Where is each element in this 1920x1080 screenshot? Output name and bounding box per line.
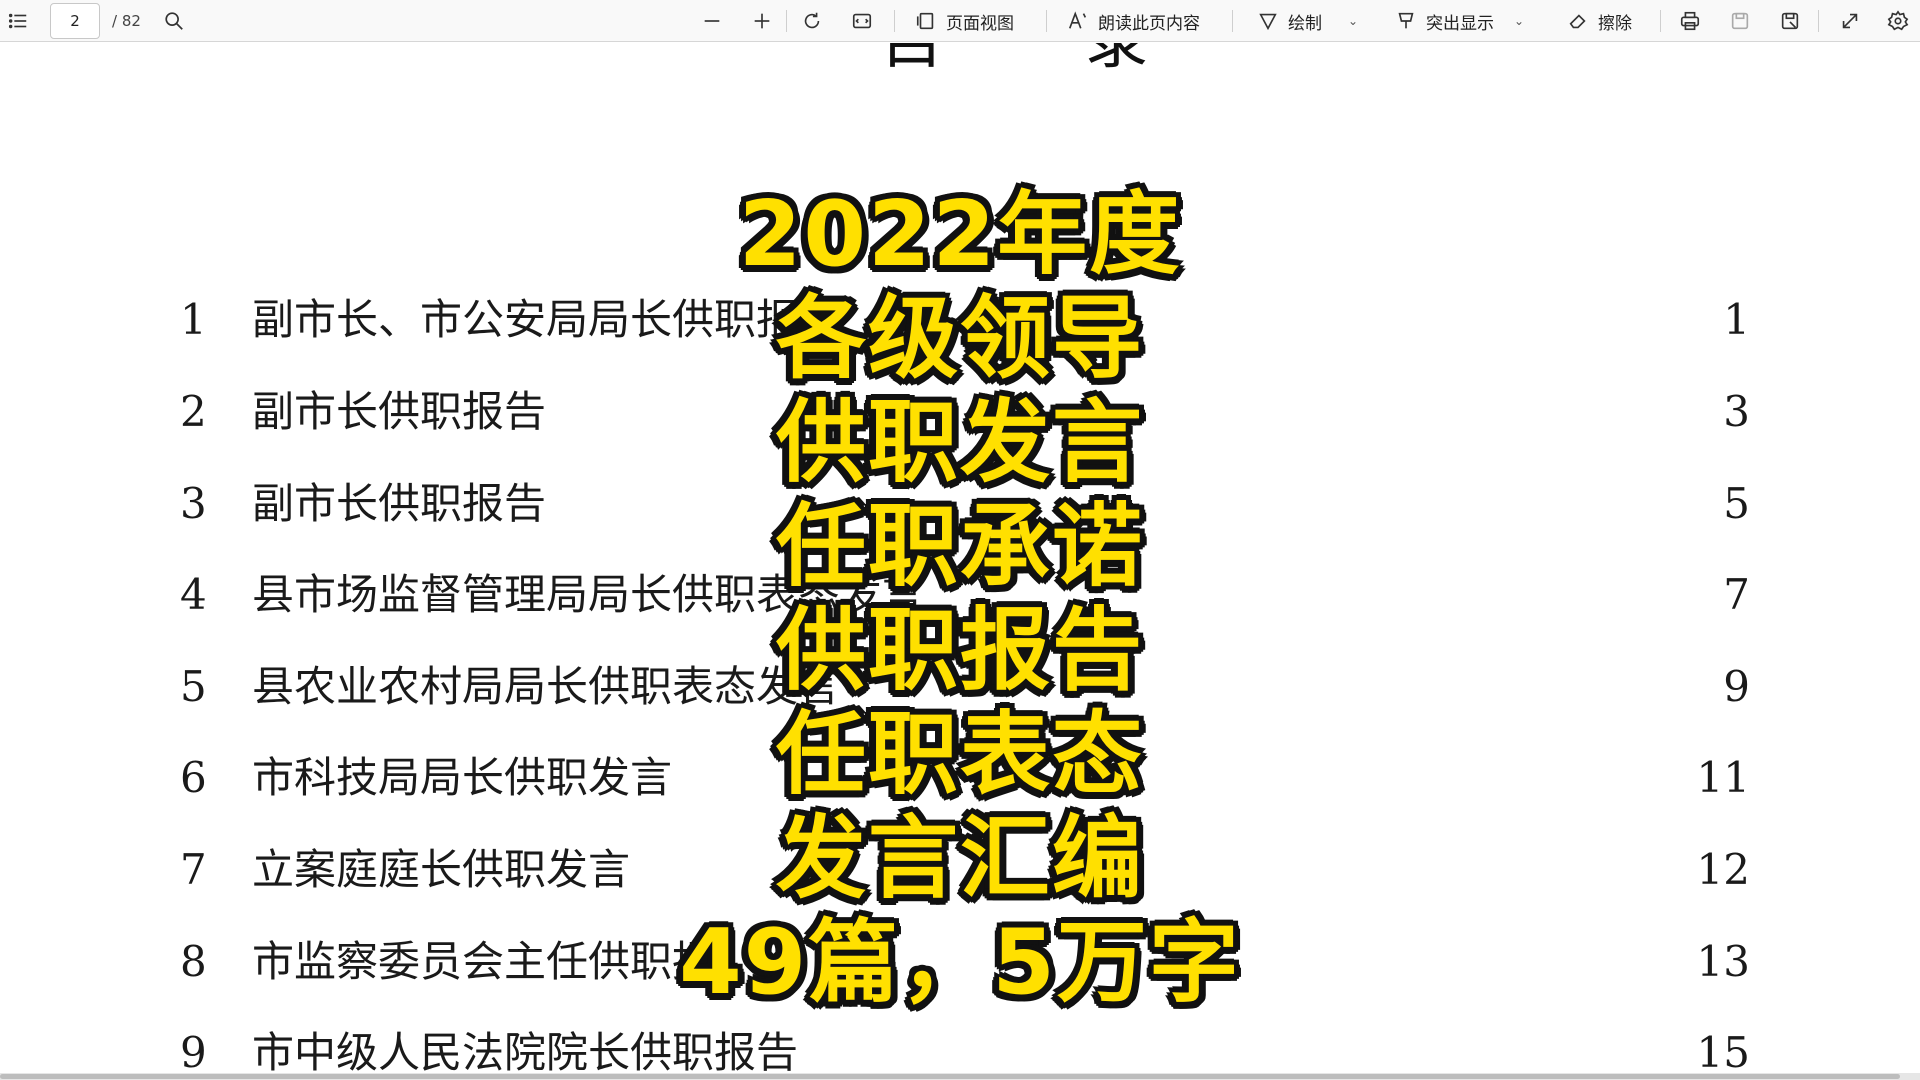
pdf-toolbar: 2 / 82 页面视图 朗读此页内容 绘制 ⌄ 突出显示 ⌄ 擦除 xyxy=(0,0,1920,42)
caption-line: 供职发言 xyxy=(776,390,1144,495)
rotate-icon xyxy=(800,9,824,33)
toolbar-divider xyxy=(1232,10,1233,32)
caption-line: 2022年度 xyxy=(738,182,1182,287)
draw-icon xyxy=(1256,9,1280,33)
save-icon xyxy=(1728,9,1752,33)
page-view-icon xyxy=(914,9,938,33)
caption-line: 49篇，5万字 xyxy=(679,910,1241,1015)
save-as-button[interactable] xyxy=(1778,0,1802,42)
caption-line: 发言汇编 xyxy=(776,806,1144,911)
search-button[interactable] xyxy=(162,0,186,42)
print-button[interactable] xyxy=(1678,0,1702,42)
read-aloud-button[interactable]: 朗读此页内容 xyxy=(1066,0,1200,42)
erase-label: 擦除 xyxy=(1598,13,1632,34)
highlight-button[interactable]: 突出显示 ⌄ xyxy=(1394,0,1524,42)
chevron-down-icon[interactable]: ⌄ xyxy=(1514,14,1524,28)
zoom-out-icon xyxy=(700,9,724,33)
settings-icon xyxy=(1886,9,1910,33)
eraser-icon xyxy=(1566,9,1590,33)
fullscreen-button[interactable] xyxy=(1838,0,1862,42)
toc-page-number: 15 xyxy=(1696,1028,1750,1077)
caption-line: 供职报告 xyxy=(776,598,1144,703)
promo-caption-overlay: 2022年度 各级领导 供职发言 任职承诺 供职报告 任职表态 发言汇编 49篇… xyxy=(0,183,1920,1015)
page-total: / 82 xyxy=(112,12,141,30)
document-page: 目 录 1 副市长、市公安局局长供职报 1 2 副市长供职报告 3 3 副市长供… xyxy=(0,43,1920,1080)
rotate-button[interactable] xyxy=(800,0,824,42)
caption-line: 任职表态 xyxy=(776,702,1144,807)
page-view-button[interactable]: 页面视图 xyxy=(914,0,1014,42)
draw-label: 绘制 xyxy=(1288,13,1322,34)
print-icon xyxy=(1678,9,1702,33)
erase-button[interactable]: 擦除 xyxy=(1566,0,1632,42)
draw-button[interactable]: 绘制 ⌄ xyxy=(1256,0,1358,42)
toolbar-divider xyxy=(1660,10,1661,32)
page-number-input[interactable]: 2 xyxy=(50,3,100,39)
page-view-label: 页面视图 xyxy=(946,13,1014,34)
toc-row[interactable]: 9 市中级人民法院院长供职报告 15 xyxy=(0,1023,1920,1080)
toolbar-divider xyxy=(786,10,787,32)
highlight-label: 突出显示 xyxy=(1426,13,1494,34)
list-icon xyxy=(6,9,30,33)
toc-title: 市中级人民法院院长供职报告 xyxy=(252,1028,799,1077)
fullscreen-icon xyxy=(1838,9,1862,33)
read-aloud-label: 朗读此页内容 xyxy=(1098,13,1200,34)
toolbar-divider xyxy=(1818,10,1819,32)
settings-button[interactable] xyxy=(1886,0,1910,42)
read-aloud-icon xyxy=(1066,9,1090,33)
highlight-icon xyxy=(1394,9,1418,33)
fit-width-icon xyxy=(850,9,874,33)
fit-width-button[interactable] xyxy=(850,0,874,42)
caption-line: 各级领导 xyxy=(776,286,1144,391)
toolbar-divider xyxy=(1046,10,1047,32)
horizontal-scrollbar[interactable] xyxy=(0,1073,1920,1080)
save-button[interactable] xyxy=(1728,0,1752,42)
document-heading: 目 录 xyxy=(880,43,1208,83)
zoom-in-button[interactable] xyxy=(750,0,774,42)
save-as-icon xyxy=(1778,9,1802,33)
search-icon xyxy=(162,9,186,33)
zoom-in-icon xyxy=(750,9,774,33)
toc-number: 9 xyxy=(180,1028,207,1077)
toolbar-divider xyxy=(894,10,895,32)
caption-line: 任职承诺 xyxy=(776,494,1144,599)
zoom-out-button[interactable] xyxy=(700,0,724,42)
contents-button[interactable] xyxy=(6,0,30,42)
chevron-down-icon[interactable]: ⌄ xyxy=(1348,14,1358,28)
scrollbar-thumb[interactable] xyxy=(0,1074,1900,1079)
